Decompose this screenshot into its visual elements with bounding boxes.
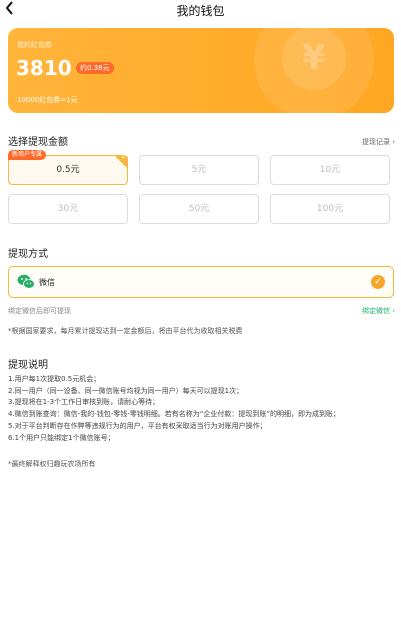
- wechat-method-option[interactable]: 微信 ✓: [8, 266, 394, 298]
- amount-option-4[interactable]: 50元: [139, 194, 259, 224]
- rule-item: 4.微信到账查询：微信-我的-钱包-零钱-零钱明细。若有名称为“企业付款：提现到…: [8, 410, 341, 419]
- method-section-title: 提现方式: [8, 249, 48, 260]
- equivalent-badge: 约0.38元: [76, 62, 114, 74]
- amount-option-3[interactable]: 30元: [8, 194, 128, 224]
- amount-option-label: 100元: [316, 204, 344, 214]
- check-circle-icon: ✓: [371, 275, 385, 289]
- bind-wechat-link[interactable]: 绑定微信 ›: [362, 306, 395, 316]
- withdraw-records-link[interactable]: 提现记录 ›: [362, 137, 395, 147]
- rule-item: 2.同一用户（同一设备、同一微信账号均视为同一用户）每天可以提现1次；: [8, 386, 244, 395]
- bind-wechat-hint: 绑定微信后即可提现: [8, 307, 71, 315]
- amount-option-label: 0.5元: [56, 165, 80, 175]
- amount-option-label: 30元: [57, 204, 79, 214]
- selected-check-icon: ✓: [114, 153, 128, 169]
- wechat-icon: [17, 274, 35, 290]
- amount-option-2[interactable]: 10元: [270, 155, 390, 185]
- amount-section-title: 选择提现金额: [8, 137, 68, 148]
- amount-option-label: 50元: [188, 204, 210, 214]
- nav-bar: 我的钱包: [0, 0, 401, 20]
- coupon-balance-card: ¥ 我的红包券 3810 约0.38元 10000红包券=1元: [8, 28, 394, 113]
- rules-list: 1.用户每1次提取0.5元机会； 2.同一用户（同一设备、同一微信账号均视为同一…: [8, 374, 340, 444]
- yen-coin-icon: ¥: [282, 28, 346, 90]
- wechat-label: 微信: [39, 278, 55, 287]
- exchange-rate: 10000红包券=1元: [17, 96, 78, 104]
- rule-item: 6.1个用户只能绑定1个微信账号；: [8, 433, 115, 442]
- rules-footer: *最终解释权归趣玩农场所有: [8, 460, 96, 468]
- new-user-tag: 新用户专属: [8, 150, 47, 160]
- rule-item: 1.用户每1次提取0.5元机会；: [8, 375, 101, 383]
- amount-option-5[interactable]: 100元: [270, 194, 390, 224]
- card-label: 我的红包券: [17, 41, 52, 49]
- coupon-amount: 3810: [16, 56, 72, 80]
- amount-option-1[interactable]: 5元: [139, 155, 259, 185]
- tax-note: *根据国家要求，每月累计提现达到一定金额后，将由平台代为收取相关税费: [8, 327, 243, 335]
- rule-item: 5.对于平台判断存在作弊等违规行为的用户，平台有权采取适当行为对账用户操作；: [8, 421, 267, 430]
- rules-section-title: 提现说明: [8, 360, 48, 371]
- amount-option-label: 10元: [319, 165, 341, 175]
- page-title: 我的钱包: [176, 4, 225, 18]
- amount-option-0[interactable]: 新用户专属 0.5元 ✓: [8, 150, 128, 185]
- amount-option-label: 5元: [191, 165, 207, 175]
- rule-item: 3.提现将在1-3个工作日审核到账，请耐心等待；: [8, 398, 160, 407]
